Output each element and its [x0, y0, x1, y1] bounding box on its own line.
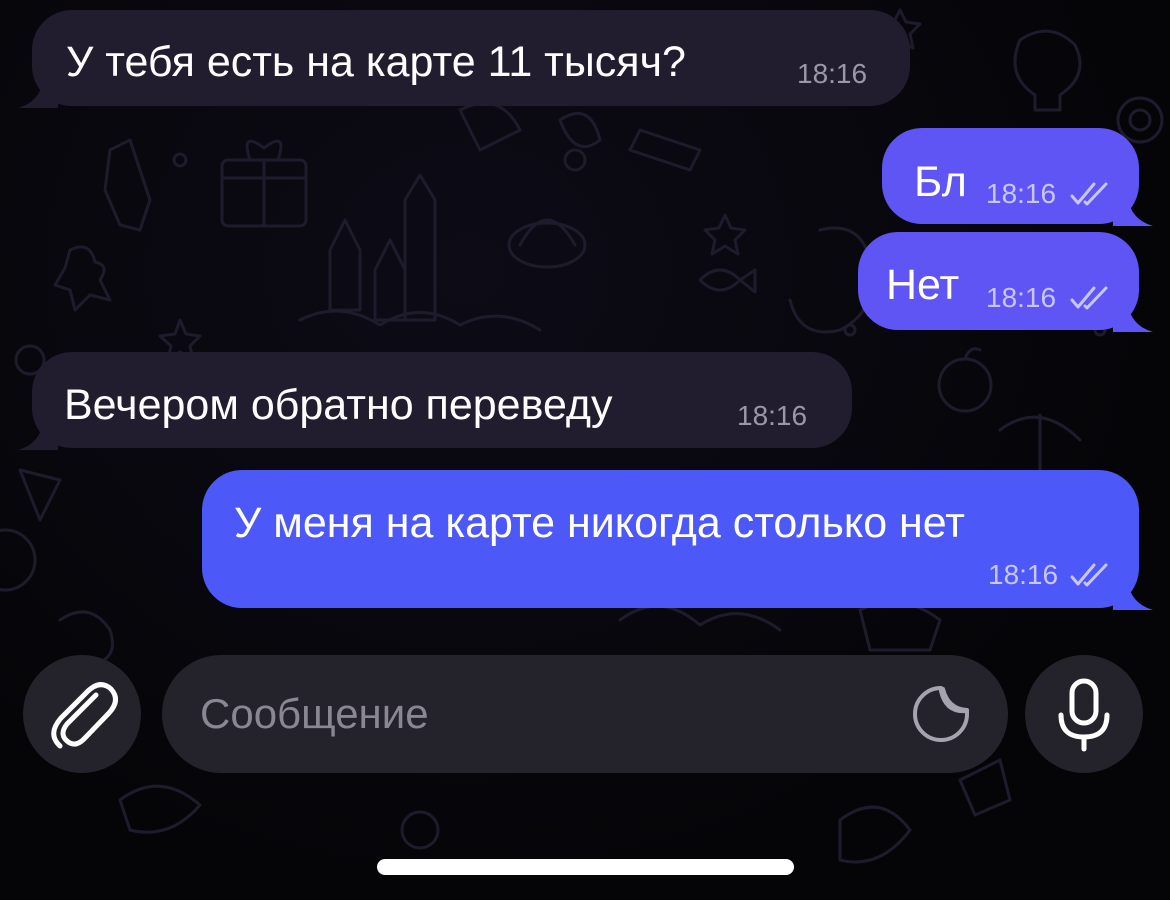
- message-time: 18:16: [986, 178, 1057, 209]
- message-text: У меня на карте никогда столько нет: [234, 499, 965, 547]
- microphone-icon: [1058, 678, 1110, 752]
- message-bubble-outgoing[interactable]: Нет 18:16: [858, 232, 1153, 332]
- message-bubble-outgoing[interactable]: Бл 18:16: [882, 128, 1153, 226]
- bubble-tail: [1113, 580, 1153, 610]
- message-bubble-incoming[interactable]: Вечером обратно переведу 18:16: [18, 352, 852, 450]
- sticker-icon: [913, 686, 969, 742]
- read-receipt-icon: [1070, 286, 1108, 310]
- bubble-tail: [1113, 302, 1153, 332]
- message-text: Бл: [914, 158, 967, 206]
- message-text: Вечером обратно переведу: [64, 381, 613, 429]
- message-text: У тебя есть на карте 11 тысяч?: [66, 38, 686, 86]
- attach-button[interactable]: [23, 655, 141, 773]
- bubble-tail: [18, 78, 58, 108]
- paperclip-icon: [51, 682, 118, 749]
- message-time: 18:16: [986, 282, 1057, 313]
- message-bubble-incoming[interactable]: У тебя есть на карте 11 тысяч? 18:16: [18, 10, 910, 108]
- sticker-button[interactable]: [910, 683, 972, 745]
- message-time: 18:16: [797, 58, 868, 89]
- message-input[interactable]: [200, 685, 900, 743]
- chat-screen: У тебя есть на карте 11 тысяч? 18:16 Бл …: [0, 0, 1170, 900]
- read-receipt-icon: [1070, 563, 1108, 587]
- message-time: 18:16: [737, 400, 808, 431]
- home-indicator[interactable]: [377, 859, 794, 875]
- message-bubble-outgoing[interactable]: У меня на карте никогда столько нет 18:1…: [202, 470, 1153, 610]
- read-receipt-icon: [1070, 182, 1108, 206]
- bubble-tail: [1113, 196, 1153, 226]
- message-time: 18:16: [988, 559, 1059, 590]
- message-input-container: [162, 655, 1008, 773]
- voice-message-button[interactable]: [1025, 655, 1143, 773]
- message-text: Нет: [886, 261, 960, 309]
- bubble-tail: [18, 420, 58, 450]
